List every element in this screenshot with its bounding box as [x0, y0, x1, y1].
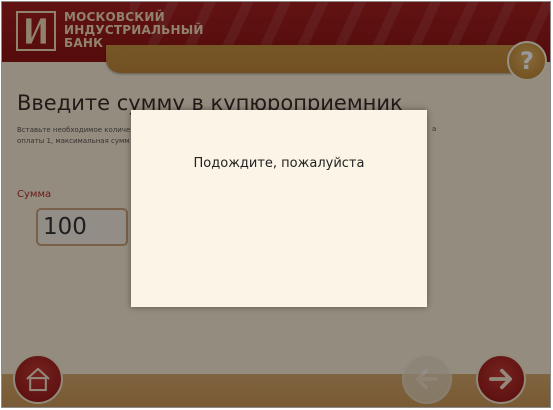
atm-screen: МОСКОВСКИЙ ИНДУСТРИАЛЬНЫЙ БАНК ? Введите…: [1, 1, 551, 408]
wait-dialog: Подождите, пожалуйста: [131, 110, 427, 307]
wait-message: Подождите, пожалуйста: [193, 156, 365, 171]
